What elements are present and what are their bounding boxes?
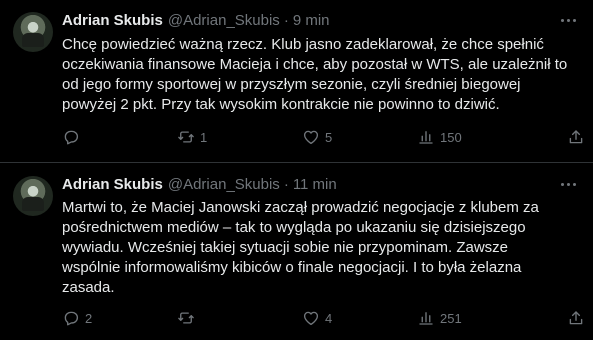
tweet-header: Adrian Skubis @Adrian_Skubis · 9 min: [62, 10, 330, 30]
like-count: 4: [325, 310, 333, 326]
like-button[interactable]: 4: [302, 308, 332, 328]
share-icon: [569, 130, 583, 144]
like-count: 5: [325, 129, 333, 145]
share-button[interactable]: [567, 308, 585, 328]
separator-dot: ·: [283, 175, 289, 193]
views-count: 251: [440, 310, 462, 326]
tweet-actions: 2 4 251: [62, 308, 585, 328]
timestamp[interactable]: 9 min: [293, 12, 330, 29]
views-count: 150: [440, 129, 462, 145]
tweet-text: Chcę powiedzieć ważną rzecz. Klub jasno …: [62, 36, 568, 113]
views-button[interactable]: 251: [417, 308, 462, 328]
author-handle[interactable]: @Adrian_Skubis: [168, 12, 280, 29]
retweet-icon: [178, 312, 194, 324]
views-button[interactable]: 150: [417, 127, 462, 147]
tweet[interactable]: Adrian Skubis @Adrian_Skubis · 9 min Chc…: [0, 0, 593, 162]
author-name[interactable]: Adrian Skubis: [62, 176, 163, 193]
author-name[interactable]: Adrian Skubis: [62, 12, 163, 29]
reply-count: 2: [85, 310, 93, 326]
retweet-button[interactable]: 1: [177, 127, 207, 147]
tweet-text: Martwi to, że Maciej Janowski zaczął pro…: [62, 199, 539, 296]
more-icon[interactable]: [559, 11, 577, 29]
retweet-count: 1: [200, 129, 208, 145]
avatar[interactable]: [13, 176, 53, 216]
tweet-header: Adrian Skubis @Adrian_Skubis · 11 min: [62, 174, 337, 194]
reply-icon: [64, 130, 79, 145]
more-icon[interactable]: [559, 175, 577, 193]
author-handle[interactable]: @Adrian_Skubis: [168, 176, 280, 193]
tweet-actions: 1 5 150: [62, 127, 585, 147]
reply-icon: [64, 311, 79, 326]
retweet-icon: [178, 131, 194, 143]
like-icon: [303, 311, 319, 326]
reply-button[interactable]: [62, 127, 85, 147]
share-icon: [569, 311, 583, 325]
tweet[interactable]: Adrian Skubis @Adrian_Skubis · 11 min Ma…: [0, 163, 593, 340]
avatar[interactable]: [13, 12, 53, 52]
timestamp[interactable]: 11 min: [293, 176, 337, 193]
share-button[interactable]: [567, 127, 585, 147]
retweet-button[interactable]: [177, 308, 200, 328]
separator-dot: ·: [283, 11, 289, 29]
views-icon: [419, 312, 433, 325]
like-icon: [303, 130, 319, 145]
reply-button[interactable]: 2: [62, 308, 92, 328]
like-button[interactable]: 5: [302, 127, 332, 147]
views-icon: [419, 131, 433, 144]
